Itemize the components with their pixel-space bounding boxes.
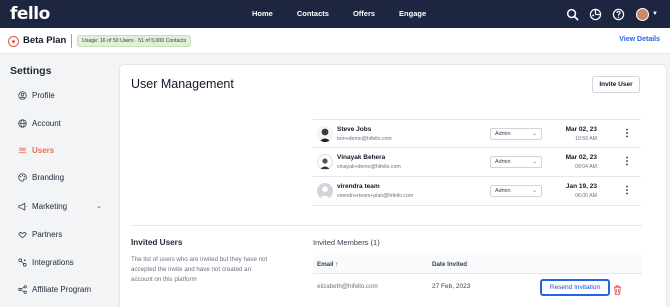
plug-icon — [18, 257, 27, 267]
sidebar-item-label: Affiliate Program — [32, 284, 91, 294]
role-select[interactable]: Admin ⌄ — [490, 156, 542, 168]
more-options-icon[interactable]: ⋮ — [622, 156, 632, 168]
avatar — [317, 154, 333, 170]
invited-users-heading: Invited Users — [131, 238, 183, 247]
user-date: Mar 02, 23 — [565, 126, 597, 133]
user-row: virendra team virendra+team+plan@hifello… — [313, 177, 641, 206]
users-icon — [18, 146, 27, 155]
user-email: vinayak+demo@hifello.com — [337, 164, 401, 170]
usage-badge: Usage: 16 of 50 Users · 51 of 5,000 Cont… — [77, 35, 192, 47]
sidebar-title: Settings — [10, 65, 52, 77]
invited-members-count: Invited Members (1) — [313, 238, 380, 247]
palette-icon — [18, 172, 27, 182]
sidebar-item-label: Partners — [32, 229, 63, 239]
role-select[interactable]: Admin ⌄ — [490, 128, 542, 140]
more-options-icon[interactable]: ⋮ — [622, 128, 632, 140]
sidebar-item-label: Profile — [32, 90, 55, 100]
user-time: 06:00 AM — [575, 193, 597, 199]
user-row: Steve Jobs tom+demo@hifello.com Admin ⌄ M… — [313, 119, 641, 148]
plan-target-icon — [8, 36, 19, 47]
chevron-down-icon[interactable]: ⌄ — [96, 202, 102, 210]
view-details-link[interactable]: View Details — [619, 36, 660, 43]
sidebar-item-label: Account — [32, 118, 61, 128]
sidebar-item-marketing[interactable]: Marketing ⌄ — [18, 199, 102, 213]
nav-actions: ▼ — [565, 0, 658, 28]
sidebar-item-profile[interactable]: Profile — [18, 88, 102, 102]
help-icon[interactable] — [611, 7, 625, 21]
sidebar-item-affiliate[interactable]: Affiliate Program — [18, 282, 102, 296]
column-header-email[interactable]: Email ↑ — [317, 261, 338, 268]
sidebar-item-account[interactable]: Account — [18, 116, 102, 130]
sidebar-item-users[interactable]: Users — [18, 143, 102, 157]
trash-icon[interactable] — [613, 282, 622, 295]
sidebar-item-label: Integrations — [32, 257, 74, 267]
fello-logo[interactable]: fello — [10, 4, 50, 24]
plan-title: Beta Plan — [23, 35, 67, 46]
role-value: Admin — [495, 131, 511, 137]
user-row: Vinayak Behera vinayak+demo@hifello.com … — [313, 148, 641, 177]
chevron-down-icon: ⌄ — [531, 131, 537, 137]
role-value: Admin — [495, 159, 511, 165]
user-circle-icon — [18, 90, 27, 100]
divider — [71, 34, 72, 48]
main-nav: Home Contacts Offers Engage — [252, 0, 450, 28]
chevron-down-icon: ⌄ — [531, 188, 537, 194]
user-name: virendra team — [337, 183, 380, 190]
user-time: 10:59 AM — [575, 136, 597, 142]
chevron-down-icon: ⌄ — [531, 159, 537, 165]
user-date: Mar 02, 23 — [565, 154, 597, 161]
user-email: tom+demo@hifello.com — [337, 136, 392, 142]
invited-date: 27 Feb, 2023 — [432, 283, 471, 290]
invite-user-button[interactable]: Invite User — [592, 76, 640, 93]
user-name: Steve Jobs — [337, 126, 372, 133]
globe-icon — [18, 118, 27, 128]
section-divider — [131, 225, 642, 226]
chevron-down-icon[interactable]: ▼ — [652, 11, 658, 17]
table-row: elizabeth@hifello.com 27 Feb, 2023 Resen… — [313, 275, 642, 301]
user-name: Vinayak Behera — [337, 154, 386, 161]
user-time: 09:04 AM — [575, 164, 597, 170]
top-navbar: fello Home Contacts Offers Engage ▼ — [0, 0, 670, 28]
settings-sidebar: Settings Profile Account Users Branding … — [0, 54, 116, 307]
pie-icon[interactable] — [588, 7, 602, 21]
user-date: Jan 19, 23 — [565, 183, 597, 190]
nav-contacts[interactable]: Contacts — [297, 0, 329, 28]
column-header-date-invited[interactable]: Date Invited — [432, 261, 467, 268]
plan-bar: Beta Plan Usage: 16 of 50 Users · 51 of … — [0, 28, 670, 54]
nav-engage[interactable]: Engage — [399, 0, 426, 28]
user-email: virendra+team+plan@hifello.com — [337, 193, 414, 199]
avatar — [317, 126, 333, 142]
invited-users-description: The list of users who are invited but th… — [131, 256, 268, 283]
nav-offers[interactable]: Offers — [353, 0, 375, 28]
search-icon[interactable] — [565, 7, 579, 21]
sidebar-item-label: Users — [32, 145, 55, 155]
invited-email: elizabeth@hifello.com — [317, 283, 378, 290]
invited-table-header: Email ↑ Date Invited — [313, 255, 642, 274]
megaphone-icon — [18, 202, 27, 211]
account-menu[interactable]: ▼ — [636, 7, 658, 21]
more-options-icon[interactable]: ⋮ — [622, 185, 632, 197]
share-icon — [18, 284, 27, 294]
sidebar-item-label: Branding — [32, 172, 65, 182]
handshake-icon — [18, 230, 27, 239]
sidebar-item-partners[interactable]: Partners — [18, 227, 102, 241]
role-select[interactable]: Admin ⌄ — [490, 185, 542, 197]
user-management-card: User Management Invite User Steve Jobs t… — [119, 64, 667, 307]
sidebar-item-integrations[interactable]: Integrations — [18, 255, 102, 269]
role-value: Admin — [495, 188, 511, 194]
avatar[interactable] — [636, 7, 650, 21]
sidebar-item-branding[interactable]: Branding — [18, 170, 102, 184]
sidebar-item-label: Marketing — [32, 201, 68, 211]
avatar — [317, 183, 333, 199]
nav-home[interactable]: Home — [252, 0, 273, 28]
page-title: User Management — [131, 77, 234, 91]
resend-invitation-button[interactable]: Resend Invitation — [540, 279, 610, 296]
